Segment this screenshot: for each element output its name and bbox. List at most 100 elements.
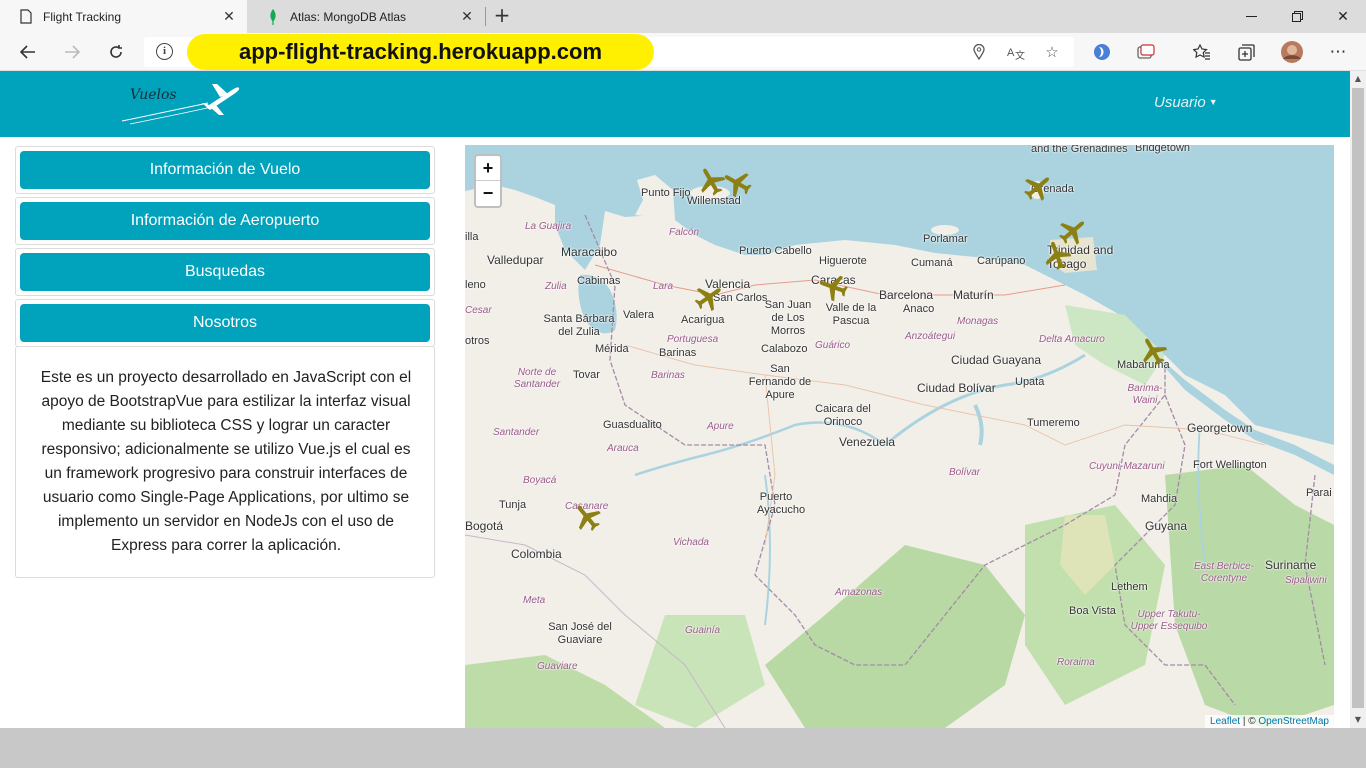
airplane-marker-icon[interactable] <box>1041 239 1073 271</box>
collections-extension-icon[interactable] <box>1132 38 1160 66</box>
translate-icon[interactable]: A文 <box>1006 42 1026 62</box>
caret-down-icon: ▼ <box>1208 97 1218 107</box>
location-icon[interactable] <box>969 42 989 62</box>
forward-button[interactable] <box>58 38 86 66</box>
map-label: Upata <box>1015 376 1045 388</box>
search-button[interactable]: Busquedas <box>20 253 430 291</box>
user-dropdown[interactable]: Usuario ▼ <box>1154 94 1218 111</box>
scroll-down-icon[interactable]: ▼ <box>1350 712 1366 728</box>
flight-info-button[interactable]: Información de Vuelo <box>20 151 430 189</box>
leaflet-link[interactable]: Leaflet <box>1210 716 1240 727</box>
favorites-icon[interactable] <box>1188 38 1216 66</box>
tab-flight-tracking[interactable]: Flight Tracking ✕ <box>0 0 247 33</box>
tab-mongodb-atlas[interactable]: Atlas: MongoDB Atlas ✕ <box>247 0 485 33</box>
map-label: Valledupar <box>487 253 544 267</box>
map-label: Lara <box>653 281 674 292</box>
map-label: Monagas <box>957 316 999 327</box>
map-label: Meta <box>523 595 546 606</box>
map-label: Higuerote <box>819 255 867 267</box>
brand-text: Vuelos <box>130 87 177 103</box>
map-label: Apure <box>707 421 734 432</box>
map-label: San Fernando de Apure <box>748 363 812 401</box>
map-label: Ciudad Bolívar <box>917 381 996 395</box>
map-label: Zulia <box>545 281 567 292</box>
about-button[interactable]: Nosotros <box>20 304 430 342</box>
map-label: Delta Amacuro <box>1039 334 1105 345</box>
map-label: Caicara del Orinoco <box>815 403 871 428</box>
scroll-up-icon[interactable]: ▲ <box>1350 71 1366 87</box>
brand-logo[interactable]: Vuelos <box>120 81 245 129</box>
new-tab-button[interactable]: + <box>490 4 514 28</box>
map-label: Tovar <box>573 369 600 381</box>
minimize-button[interactable] <box>1228 0 1274 33</box>
map-label: Mérida <box>595 343 629 355</box>
airplane-marker-icon[interactable] <box>1022 171 1054 203</box>
map-label: Boyacá <box>523 475 557 486</box>
airplane-marker-icon[interactable] <box>571 501 603 533</box>
url-text[interactable]: app-flight-tracking.herokuapp.com <box>187 34 654 70</box>
airplane-marker-icon[interactable] <box>721 167 753 199</box>
zoom-in-button[interactable]: + <box>476 156 500 181</box>
map-label: Upper Takutu-Upper Essequibo <box>1130 609 1208 632</box>
map-label: Maracaibo <box>561 245 618 259</box>
more-options-icon[interactable]: ⋯ <box>1324 38 1352 66</box>
map-label: Santa Bárbara del Zulia <box>543 313 615 338</box>
map-label: Falcón <box>669 227 700 238</box>
avatar[interactable] <box>1278 38 1306 66</box>
back-button[interactable] <box>14 38 42 66</box>
sidebar-card-flight: Información de Vuelo <box>15 146 435 194</box>
map-label: Tumeremo <box>1027 417 1080 429</box>
map-label: Porlamar <box>923 233 968 245</box>
map-label: leno <box>465 279 486 291</box>
map-label: Bogotá <box>465 519 504 533</box>
site-info-icon[interactable]: i <box>156 43 173 60</box>
map-label: Barcelona <box>879 288 934 302</box>
map-label: Parai <box>1306 487 1332 499</box>
airplane-marker-icon[interactable] <box>817 271 849 303</box>
zoom-control: + − <box>474 154 502 208</box>
map-label: Georgetown <box>1187 421 1253 435</box>
map-label: and the Grenadines <box>1031 145 1128 155</box>
zoom-out-button[interactable]: − <box>476 181 500 206</box>
map-label: Cumaná <box>911 257 953 269</box>
map-label: Suriname <box>1265 558 1317 572</box>
close-icon[interactable]: ✕ <box>457 8 477 25</box>
map-label: Carúpano <box>977 255 1026 267</box>
sidebar-card-search: Busquedas <box>15 248 435 296</box>
refresh-button[interactable] <box>102 38 130 66</box>
map-label: Cabimas <box>577 275 621 287</box>
map-label: Guyana <box>1145 519 1188 533</box>
map-label: Bolívar <box>949 467 981 478</box>
map-label: Barinas <box>651 370 685 381</box>
scrollbar-thumb[interactable] <box>1352 88 1364 708</box>
restore-button[interactable] <box>1274 0 1320 33</box>
mongodb-leaf-icon <box>265 8 281 25</box>
airport-info-button[interactable]: Información de Aeropuerto <box>20 202 430 240</box>
map-label: Amazonas <box>835 587 883 598</box>
collections-icon[interactable] <box>1232 38 1260 66</box>
airplane-marker-icon[interactable] <box>693 281 725 313</box>
map-label: Boa Vista <box>1069 605 1116 617</box>
extension-icon[interactable] <box>1088 38 1116 66</box>
user-menu-label: Usuario <box>1154 94 1206 111</box>
favorite-star-icon[interactable]: ☆ <box>1042 42 1062 62</box>
close-icon[interactable]: ✕ <box>219 8 239 25</box>
map-label: Barinas <box>659 347 697 359</box>
map-label: Mahdia <box>1141 493 1178 505</box>
airplane-marker-icon[interactable] <box>1137 335 1169 367</box>
map-attribution: Leaflet | © OpenStreetMap <box>1205 715 1334 728</box>
map-label: Ciudad Guayana <box>951 353 1042 367</box>
flight-map[interactable]: and the Grenadines Bridgetown Grenada Pu… <box>465 145 1334 728</box>
map-label: San José del Guaviare <box>548 621 612 646</box>
openstreetmap-link[interactable]: OpenStreetMap <box>1258 716 1329 727</box>
page-scrollbar[interactable]: ▲ ▼ <box>1350 71 1366 728</box>
map-label: Barima-Waini <box>1127 383 1163 406</box>
navbar: Vuelos Usuario ▼ <box>0 71 1350 137</box>
map-label: Sipaliwini <box>1285 575 1327 586</box>
map-label: otros <box>465 335 490 347</box>
map-label: Anaco <box>903 303 935 315</box>
map-label: Acarigua <box>681 314 725 326</box>
window-close-button[interactable]: ✕ <box>1320 0 1366 33</box>
map-label: illa <box>465 231 479 243</box>
tab-title: Flight Tracking <box>43 9 122 24</box>
